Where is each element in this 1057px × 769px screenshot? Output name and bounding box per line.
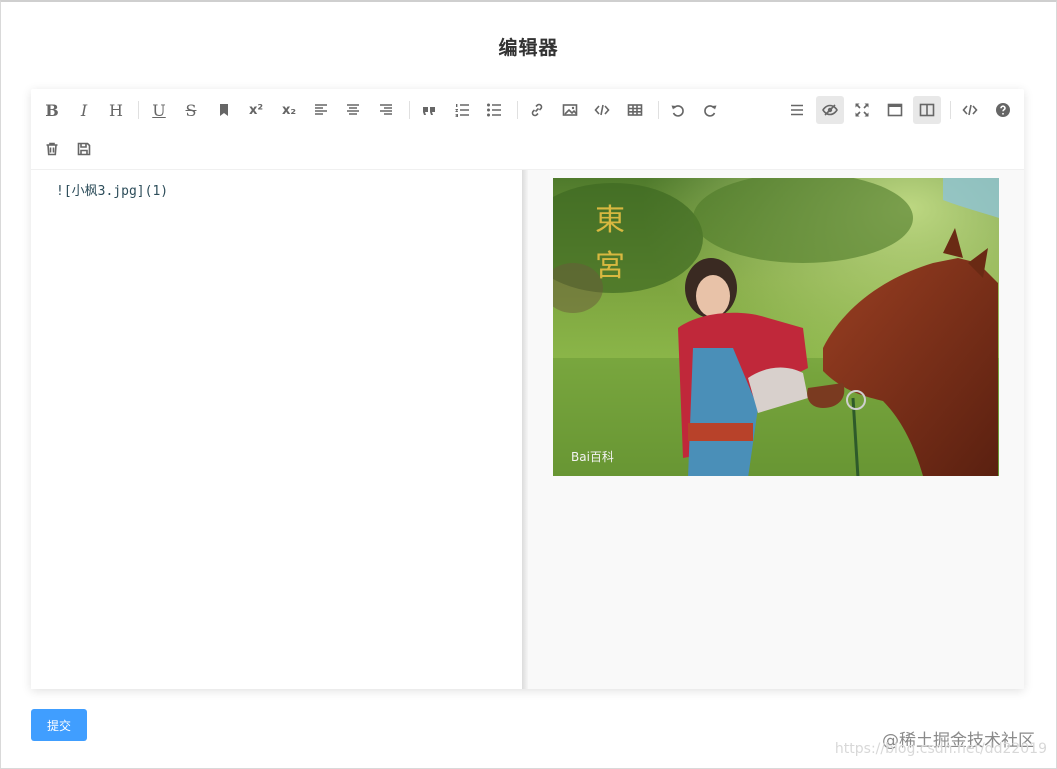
align-right-button[interactable]: [372, 96, 400, 124]
code-icon: [594, 104, 610, 116]
image-watermark: Bai百科: [571, 450, 614, 464]
quote-button[interactable]: [415, 96, 443, 124]
align-left-icon: [315, 104, 327, 115]
ordered-list-button[interactable]: [448, 96, 476, 124]
markdown-editor: B I H U S x² x₂ ![小枫3.jpg](1) 東 宮 Bai百科: [31, 89, 1024, 689]
expand-icon: [855, 103, 869, 117]
image-icon: [562, 104, 578, 116]
superscript-icon: x²: [248, 102, 264, 118]
editor-content[interactable]: ![小枫3.jpg](1): [56, 180, 168, 199]
submit-button[interactable]: 提交: [31, 709, 87, 741]
image-button[interactable]: [556, 96, 584, 124]
mark-button[interactable]: [210, 96, 238, 124]
link-icon: [531, 103, 543, 117]
url-watermark: https://blog.csdn.net/dd22019: [834, 741, 1047, 757]
preview-toggle-button[interactable]: [816, 96, 844, 124]
subscript-icon: x₂: [281, 102, 297, 118]
read-mode-button[interactable]: [881, 96, 909, 124]
align-center-button[interactable]: [339, 96, 367, 124]
navigation-button[interactable]: [783, 96, 811, 124]
unordered-list-icon: [487, 103, 501, 117]
editor-toolbar: B I H U S x² x₂: [31, 89, 1024, 170]
toolbar-divider: [658, 101, 659, 119]
toolbar-divider: [409, 101, 410, 119]
editor-input-pane[interactable]: ![小枫3.jpg](1): [31, 170, 522, 689]
window-icon: [887, 103, 903, 117]
help-icon: [996, 103, 1010, 117]
bookmark-icon: [220, 104, 228, 116]
superscript-button[interactable]: x²: [242, 96, 270, 124]
align-center-icon: [347, 104, 359, 115]
toolbar-divider: [517, 101, 518, 119]
page-title: 编辑器: [498, 37, 559, 59]
save-icon: [77, 142, 91, 156]
header-button[interactable]: H: [102, 96, 130, 124]
preview-pane: 東 宮 Bai百科: [528, 170, 1024, 689]
ordered-list-icon: [455, 104, 469, 117]
trash-icon: [46, 142, 58, 156]
bold-button[interactable]: B: [38, 96, 66, 124]
menu-icon: [791, 104, 803, 116]
table-icon: [627, 104, 643, 116]
strikethrough-button[interactable]: S: [177, 96, 205, 124]
help-button[interactable]: [989, 96, 1017, 124]
eye-icon: [822, 104, 838, 116]
align-right-icon: [380, 104, 392, 115]
redo-button[interactable]: [696, 96, 724, 124]
code-button[interactable]: [588, 96, 616, 124]
svg-text:宮: 宮: [595, 249, 625, 284]
toolbar-divider: [950, 101, 951, 119]
align-left-button[interactable]: [307, 96, 335, 124]
code-icon: [962, 104, 978, 116]
preview-image: 東 宮 Bai百科: [553, 178, 999, 476]
strikethrough-icon: S: [185, 100, 197, 120]
link-button[interactable]: [523, 96, 551, 124]
html-code-button[interactable]: [956, 96, 984, 124]
fullscreen-button[interactable]: [848, 96, 876, 124]
unordered-list-button[interactable]: [480, 96, 508, 124]
undo-icon: [671, 105, 684, 117]
subfield-toggle-button[interactable]: [913, 96, 941, 124]
header-icon: H: [109, 100, 123, 120]
italic-button[interactable]: I: [70, 96, 98, 124]
redo-icon: [704, 105, 717, 117]
quote-icon: [423, 107, 435, 115]
bold-icon: B: [45, 100, 59, 120]
undo-button[interactable]: [664, 96, 692, 124]
underline-button[interactable]: U: [145, 96, 173, 124]
svg-text:東: 東: [595, 203, 625, 238]
save-button[interactable]: [70, 135, 98, 163]
underline-icon: U: [152, 100, 166, 120]
table-button[interactable]: [621, 96, 649, 124]
trash-button[interactable]: [38, 135, 66, 163]
columns-icon: [919, 103, 935, 117]
italic-icon: I: [80, 100, 88, 120]
subscript-button[interactable]: x₂: [275, 96, 303, 124]
toolbar-divider: [138, 101, 139, 119]
